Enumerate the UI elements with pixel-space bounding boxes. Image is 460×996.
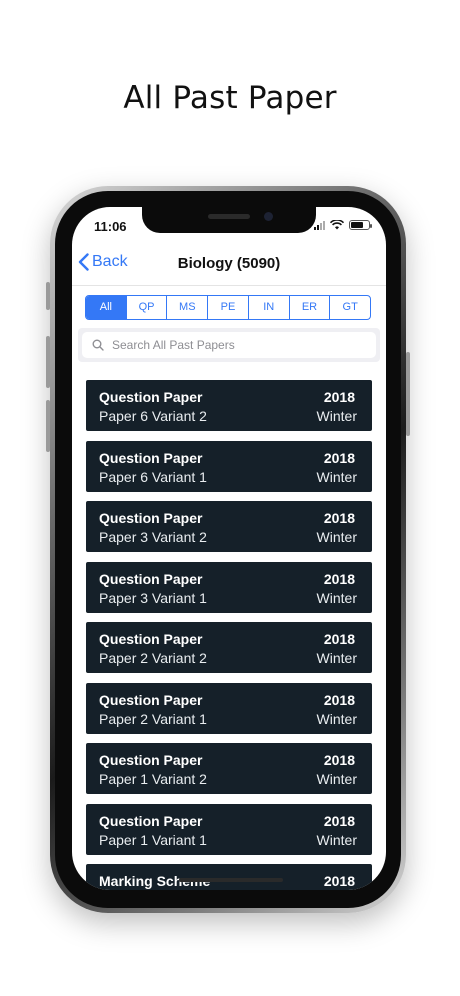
paper-type: Question Paper (99, 812, 203, 829)
segment-in[interactable]: IN (247, 296, 289, 319)
paper-year: 2018 (323, 449, 355, 466)
page-headline: All Past Paper (123, 80, 337, 116)
segment-gt[interactable]: GT (329, 296, 370, 319)
paper-card[interactable]: Marking Scheme 2018 (86, 864, 372, 890)
paper-card[interactable]: Question Paper Paper 1 Variant 1 2018 Wi… (86, 803, 372, 855)
volume-down-button (46, 400, 50, 452)
paper-type: Question Paper (99, 570, 203, 587)
side-button (406, 352, 410, 436)
filter-segmented-control: All QP MS PE IN ER GT (85, 295, 371, 320)
paper-year: 2018 (323, 752, 355, 768)
paper-card[interactable]: Question Paper Paper 2 Variant 2 2018 Wi… (86, 622, 372, 673)
status-time: 11:06 (94, 219, 127, 234)
paper-season: Winter (316, 468, 357, 485)
paper-card[interactable]: Question Paper Paper 6 Variant 1 2018 Wi… (86, 440, 372, 492)
paper-card[interactable]: Question Paper Paper 1 Variant 2 2018 Wi… (86, 743, 372, 794)
paper-type: Question Paper (99, 631, 203, 647)
segment-qp[interactable]: QP (125, 296, 167, 319)
paper-year: 2018 (323, 631, 355, 647)
mute-switch (46, 282, 50, 310)
page-title: Biology (5090) (177, 255, 281, 272)
earpiece (208, 214, 250, 219)
segment-pe[interactable]: PE (207, 296, 248, 319)
paper-season: Winter (316, 650, 357, 666)
paper-season: Winter (316, 710, 357, 727)
paper-season: Winter (316, 589, 357, 606)
wifi-icon (330, 220, 344, 230)
paper-season: Winter (316, 529, 357, 545)
paper-year: 2018 (323, 570, 355, 587)
paper-variant: Paper 1 Variant 2 (99, 771, 207, 787)
search-icon (92, 339, 104, 351)
battery-icon (349, 220, 372, 230)
paper-variant: Paper 1 Variant 1 (99, 831, 207, 848)
paper-season: Winter (316, 771, 357, 787)
paper-year: 2018 (323, 691, 355, 708)
paper-year: 2018 (323, 873, 355, 889)
paper-year: 2018 (323, 389, 355, 405)
paper-variant: Paper 3 Variant 1 (99, 589, 207, 606)
segment-er[interactable]: ER (288, 296, 330, 319)
paper-variant: Paper 6 Variant 1 (99, 468, 207, 485)
front-camera (264, 212, 273, 221)
notch (142, 207, 316, 233)
paper-year: 2018 (323, 812, 355, 829)
paper-variant: Paper 3 Variant 2 (99, 529, 207, 545)
paper-type: Question Paper (99, 389, 203, 405)
paper-season: Winter (316, 408, 357, 424)
search-field (82, 332, 376, 358)
paper-type: Question Paper (99, 449, 203, 466)
paper-type: Question Paper (99, 510, 203, 526)
home-indicator[interactable] (179, 878, 283, 882)
paper-variant: Paper 2 Variant 1 (99, 710, 207, 727)
paper-card[interactable]: Question Paper Paper 2 Variant 1 2018 Wi… (86, 682, 372, 734)
search-input[interactable] (110, 337, 354, 353)
paper-card[interactable]: Question Paper Paper 6 Variant 2 2018 Wi… (86, 380, 372, 431)
segment-all[interactable]: All (86, 296, 126, 319)
segment-ms[interactable]: MS (166, 296, 207, 319)
volume-up-button (46, 336, 50, 388)
paper-list: Question Paper Paper 6 Variant 2 2018 Wi… (86, 380, 372, 890)
paper-type: Question Paper (99, 691, 203, 708)
status-icons (314, 220, 372, 230)
navigation-bar: Back Biology (5090) (72, 241, 386, 286)
cellular-signal-icon (314, 220, 325, 230)
paper-type: Question Paper (99, 752, 203, 768)
paper-card[interactable]: Question Paper Paper 3 Variant 1 2018 Wi… (86, 561, 372, 613)
paper-variant: Paper 2 Variant 2 (99, 650, 207, 666)
search-bar (78, 328, 380, 362)
app-screen: 11:06 Back Biology (5090) All QP MS PE I… (72, 207, 386, 890)
paper-year: 2018 (323, 510, 355, 526)
paper-season: Winter (316, 831, 357, 848)
paper-card[interactable]: Question Paper Paper 3 Variant 2 2018 Wi… (86, 501, 372, 552)
paper-variant: Paper 6 Variant 2 (99, 408, 207, 424)
